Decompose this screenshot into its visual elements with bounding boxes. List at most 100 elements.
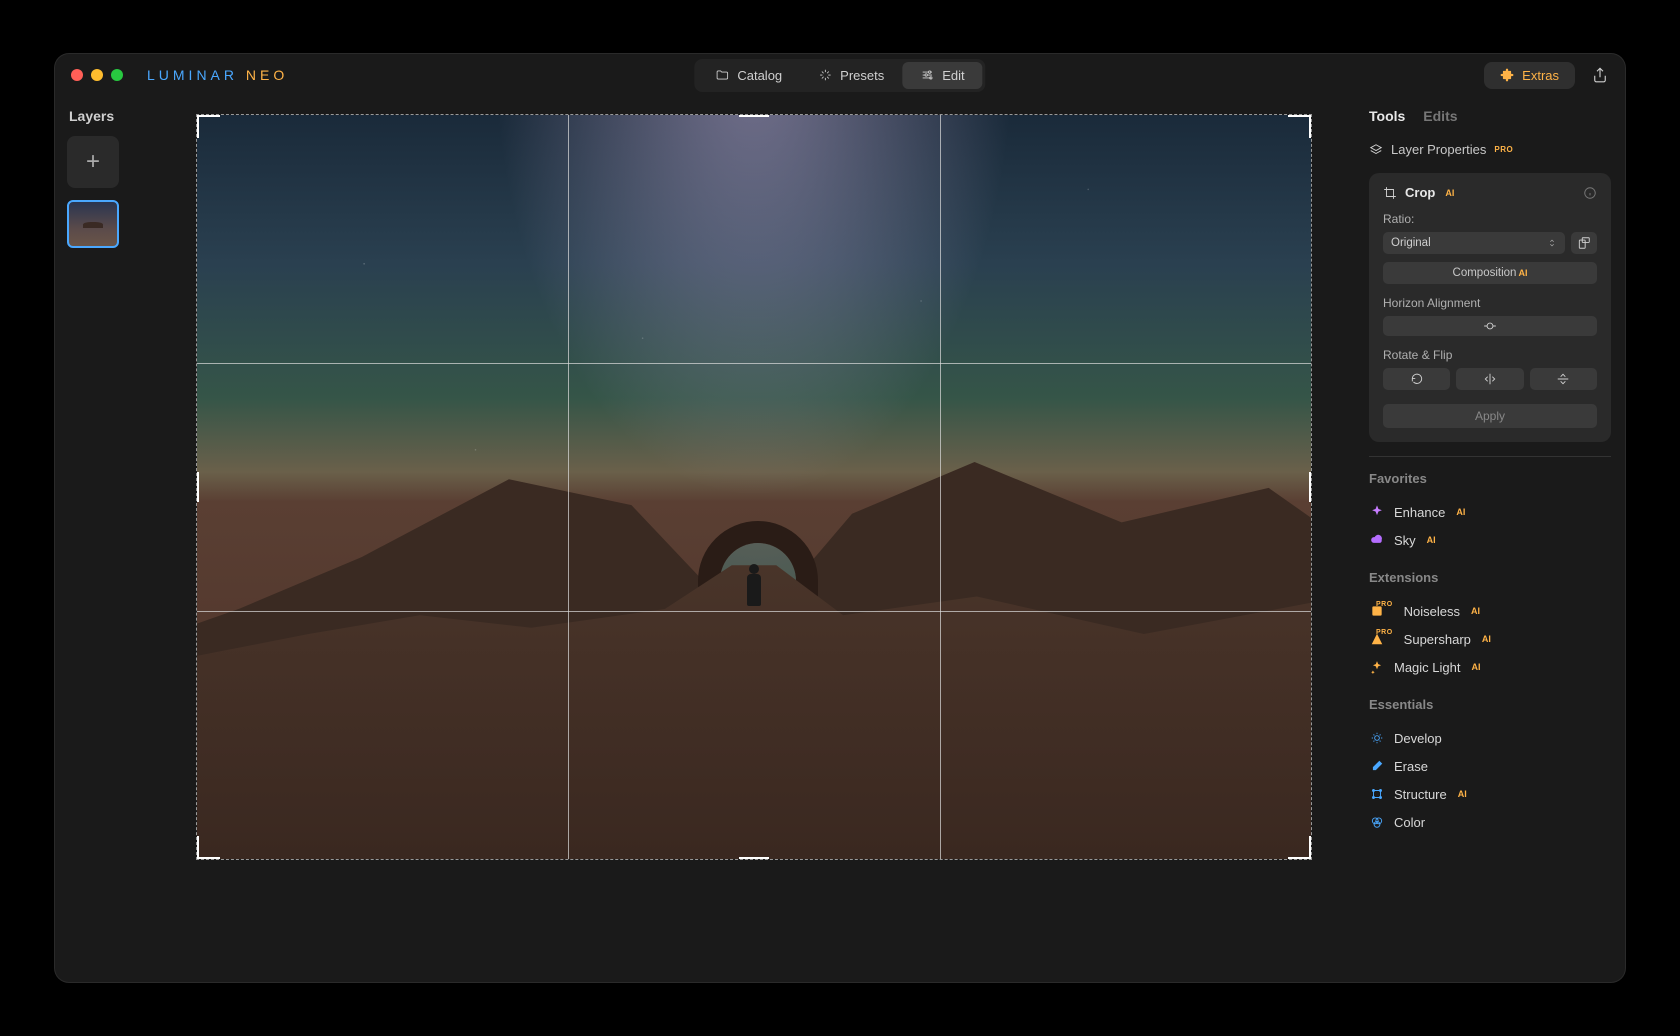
flip-vertical-button[interactable] — [1530, 368, 1597, 390]
pro-badge: PRO — [1494, 145, 1513, 154]
layer-thumbnail[interactable] — [67, 200, 119, 248]
essentials-heading: Essentials — [1369, 697, 1611, 712]
rotate-flip-label: Rotate & Flip — [1383, 348, 1597, 362]
extras-button[interactable]: Extras — [1484, 62, 1575, 89]
pro-badge: PRO — [1376, 601, 1393, 608]
enhance-icon — [1369, 504, 1385, 520]
window-controls — [71, 69, 123, 81]
tool-label: Magic Light — [1394, 660, 1460, 675]
crop-handle-top-left[interactable] — [196, 114, 199, 138]
crop-handle-top[interactable] — [739, 114, 769, 117]
tab-edits[interactable]: Edits — [1423, 108, 1457, 124]
tool-color[interactable]: Color — [1369, 808, 1611, 836]
layer-properties-button[interactable]: Layer Properties PRO — [1369, 138, 1611, 173]
ai-badge: AI — [1458, 789, 1467, 799]
tool-label: Develop — [1394, 731, 1442, 746]
tool-erase[interactable]: Erase — [1369, 752, 1611, 780]
tool-supersharp[interactable]: PRO Supersharp AI — [1369, 625, 1611, 653]
rotate-button[interactable] — [1383, 368, 1450, 390]
ai-badge: AI — [1471, 662, 1480, 672]
crop-handle-bottom[interactable] — [739, 857, 769, 860]
tab-tools[interactable]: Tools — [1369, 108, 1405, 124]
develop-icon — [1369, 730, 1385, 746]
add-layer-button[interactable]: + — [67, 136, 119, 188]
crop-canvas[interactable] — [196, 114, 1312, 860]
chevron-up-down-icon — [1547, 238, 1557, 248]
canvas-area — [157, 96, 1365, 982]
tool-noiseless[interactable]: PRO Noiseless AI — [1369, 597, 1611, 625]
sliders-icon — [920, 68, 934, 82]
favorites-heading: Favorites — [1369, 471, 1611, 486]
maximize-window-button[interactable] — [111, 69, 123, 81]
ratio-label: Ratio: — [1383, 212, 1597, 226]
photo-preview-person — [747, 564, 761, 606]
info-icon[interactable] — [1583, 186, 1597, 200]
sparkle-icon — [818, 68, 832, 82]
catalog-tab-label: Catalog — [737, 68, 782, 83]
app-logo: LUMINAR NEO — [147, 67, 288, 83]
tool-label: Noiseless — [1404, 604, 1460, 619]
extras-button-label: Extras — [1522, 68, 1559, 83]
tool-structure[interactable]: Structure AI — [1369, 780, 1611, 808]
tool-label: Color — [1394, 815, 1425, 830]
crop-panel: Crop AI Ratio: Original Composition — [1369, 173, 1611, 442]
titlebar: LUMINAR NEO Catalog Presets Edit Extras — [55, 54, 1625, 96]
presets-tab-label: Presets — [840, 68, 884, 83]
presets-tab[interactable]: Presets — [800, 62, 902, 89]
crop-handle-bottom-right[interactable] — [1309, 836, 1312, 860]
tool-label: Enhance — [1394, 505, 1445, 520]
crop-icon — [1383, 186, 1397, 200]
tool-enhance[interactable]: Enhance AI — [1369, 498, 1611, 526]
tool-label: Structure — [1394, 787, 1447, 802]
ai-badge: AI — [1482, 634, 1491, 644]
app-window: LUMINAR NEO Catalog Presets Edit Extras — [55, 54, 1625, 982]
edit-tab-label: Edit — [942, 68, 964, 83]
tool-develop[interactable]: Develop — [1369, 724, 1611, 752]
crop-handle-top-left[interactable] — [196, 114, 220, 117]
flip-h-icon — [1483, 372, 1497, 386]
cloud-icon — [1369, 532, 1385, 548]
tool-label: Erase — [1394, 759, 1428, 774]
flip-horizontal-button[interactable] — [1456, 368, 1523, 390]
minimize-window-button[interactable] — [91, 69, 103, 81]
crop-handle-bottom-left[interactable] — [196, 836, 199, 860]
apply-button[interactable]: Apply — [1383, 404, 1597, 428]
tool-magic-light[interactable]: Magic Light AI — [1369, 653, 1611, 681]
tool-label: Sky — [1394, 533, 1416, 548]
layers-sidebar: Layers + — [55, 96, 157, 982]
puzzle-icon — [1500, 68, 1514, 82]
layer-properties-label: Layer Properties — [1391, 142, 1486, 157]
grid-line — [568, 115, 569, 859]
ai-badge: AI — [1471, 606, 1480, 616]
crop-handle-right[interactable] — [1309, 472, 1312, 502]
crop-panel-header[interactable]: Crop AI — [1383, 185, 1597, 200]
grid-line — [197, 611, 1311, 612]
tools-sidebar: Tools Edits Layer Properties PRO Crop AI… — [1365, 96, 1625, 982]
ratio-select[interactable]: Original — [1383, 232, 1565, 254]
ratio-value: Original — [1391, 237, 1431, 249]
ai-badge: AI — [1518, 268, 1527, 278]
logo-text-1: LUMINAR — [147, 67, 238, 83]
tool-label: Supersharp — [1404, 632, 1471, 647]
flip-v-icon — [1556, 372, 1570, 386]
folder-icon — [715, 68, 729, 82]
ai-badge: AI — [1456, 507, 1465, 517]
crop-title: Crop — [1405, 185, 1435, 200]
share-icon[interactable] — [1591, 66, 1609, 84]
crop-handle-left[interactable] — [196, 472, 199, 502]
close-window-button[interactable] — [71, 69, 83, 81]
grid-line — [197, 363, 1311, 364]
ai-badge: AI — [1445, 188, 1454, 198]
horizon-slider[interactable] — [1383, 316, 1597, 336]
tool-sky[interactable]: Sky AI — [1369, 526, 1611, 554]
layers-icon — [1369, 143, 1383, 157]
catalog-tab[interactable]: Catalog — [697, 62, 800, 89]
swap-orientation-button[interactable] — [1571, 232, 1597, 254]
composition-button[interactable]: Composition AI — [1383, 262, 1597, 284]
crop-handle-bottom-left[interactable] — [196, 857, 220, 860]
crop-handle-top-right[interactable] — [1309, 114, 1312, 138]
magic-light-icon — [1369, 659, 1385, 675]
edit-tab[interactable]: Edit — [902, 62, 982, 89]
extensions-heading: Extensions — [1369, 570, 1611, 585]
swap-icon — [1577, 236, 1591, 250]
